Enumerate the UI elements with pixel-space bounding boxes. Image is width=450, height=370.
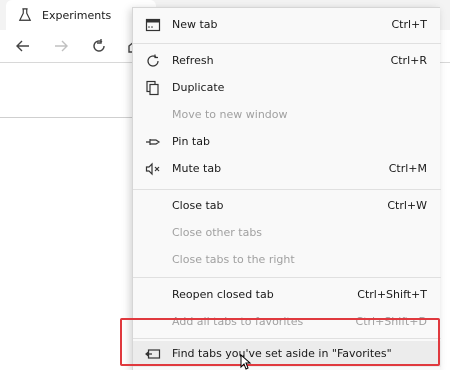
menu-item-label: Close other tabs xyxy=(172,226,263,239)
reload-icon[interactable] xyxy=(90,37,108,55)
menu-item-shortcut: Ctrl+M xyxy=(388,162,427,175)
mute-icon xyxy=(145,162,160,176)
menu-item-label: Close tabs to the right xyxy=(172,253,295,266)
highlight-box xyxy=(120,318,440,366)
menu-item-label: Duplicate xyxy=(172,81,225,94)
menu-separator xyxy=(133,43,441,44)
back-icon[interactable] xyxy=(14,37,32,55)
menu-item-label: New tab xyxy=(172,18,218,31)
duplicate-icon xyxy=(146,80,159,96)
tab-title: Experiments xyxy=(42,8,112,22)
flask-icon xyxy=(18,8,32,21)
menu-item-refresh[interactable]: Refresh Ctrl+R xyxy=(133,48,441,74)
menu-item-close-tabs-right[interactable]: Close tabs to the right xyxy=(133,247,441,273)
menu-item-label: Close tab xyxy=(172,199,224,212)
menu-item-move-to-new-window[interactable]: Move to new window xyxy=(133,102,441,128)
menu-item-reopen-closed-tab[interactable]: Reopen closed tab Ctrl+Shift+T xyxy=(133,282,441,308)
menu-item-close-other-tabs[interactable]: Close other tabs xyxy=(133,220,441,246)
forward-icon[interactable] xyxy=(52,37,70,55)
refresh-icon xyxy=(147,54,159,67)
menu-item-label: Reopen closed tab xyxy=(172,288,274,301)
menu-item-shortcut: Ctrl+T xyxy=(391,18,427,31)
menu-item-label: Mute tab xyxy=(172,162,222,175)
menu-separator xyxy=(133,277,441,278)
menu-item-pin-tab[interactable]: Pin tab xyxy=(133,129,441,155)
menu-item-duplicate[interactable]: Duplicate xyxy=(133,75,441,101)
menu-item-label: Move to new window xyxy=(172,108,288,121)
menu-item-mute-tab[interactable]: Mute tab Ctrl+M xyxy=(133,156,441,182)
tab-context-menu: New tab Ctrl+T Refresh Ctrl+R Duplicate … xyxy=(132,7,441,370)
menu-separator xyxy=(133,189,441,190)
menu-item-shortcut: Ctrl+R xyxy=(390,54,427,67)
menu-item-shortcut: Ctrl+Shift+T xyxy=(357,288,427,301)
menu-item-label: Pin tab xyxy=(172,135,210,148)
menu-item-new-tab[interactable]: New tab Ctrl+T xyxy=(133,12,441,38)
content-divider xyxy=(0,117,132,118)
mouse-cursor-icon xyxy=(240,354,252,370)
menu-item-shortcut: Ctrl+W xyxy=(387,199,427,212)
new-tab-icon xyxy=(145,18,161,32)
menu-item-close-tab[interactable]: Close tab Ctrl+W xyxy=(133,193,441,219)
menu-item-label: Refresh xyxy=(172,54,214,67)
pin-icon xyxy=(146,139,161,145)
